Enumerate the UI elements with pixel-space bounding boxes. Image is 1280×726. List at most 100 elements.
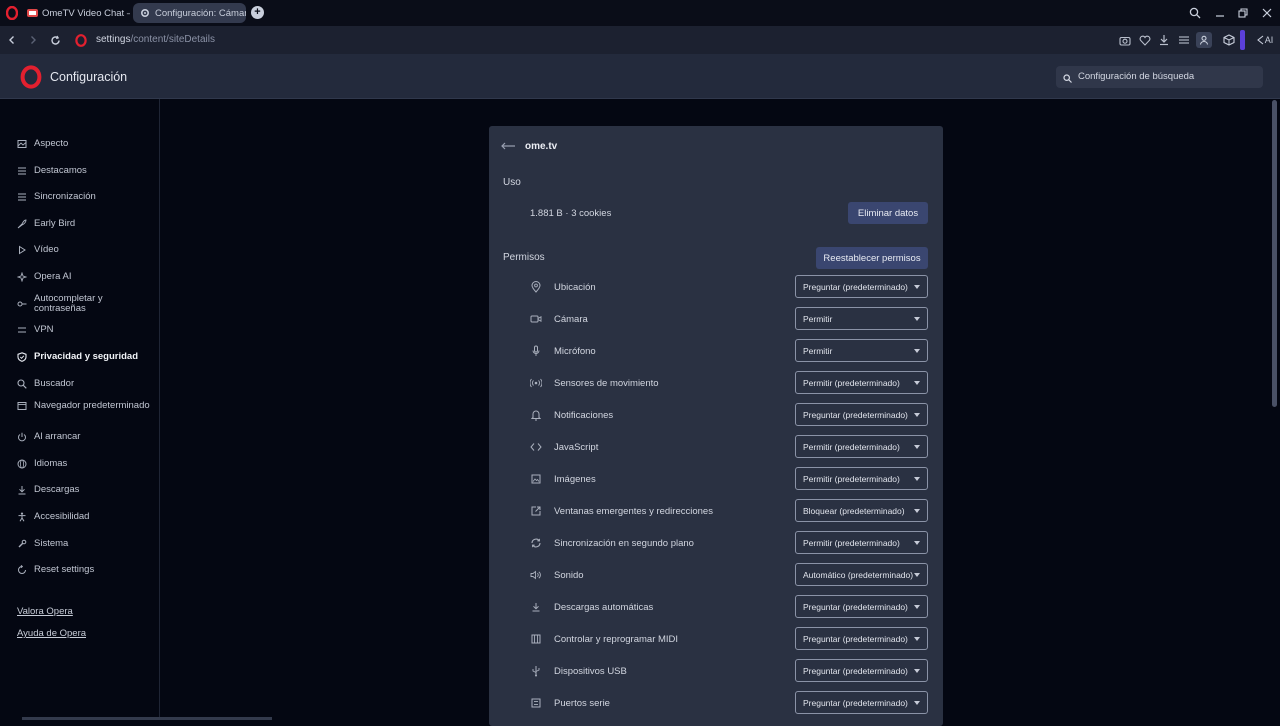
permission-label: Descargas automáticas — [554, 602, 654, 613]
sidebar-item-sincronizacion[interactable]: Sincronización — [17, 192, 157, 202]
sidebar-item-label: Al arrancar — [34, 431, 81, 443]
close-icon[interactable] — [1259, 5, 1275, 21]
permission-value: Preguntar (predeterminado) — [803, 602, 908, 612]
settings-sidebar: Aspecto Destacamos Sincronización Early … — [0, 99, 160, 720]
aria-ai-button[interactable]: AI — [1255, 32, 1275, 48]
permission-select[interactable]: Preguntar (predeterminado) — [795, 275, 928, 298]
search-icon — [1063, 72, 1072, 86]
sidebar-item-buscador[interactable]: Buscador — [17, 379, 157, 389]
tab-title: Configuración: Cámara — [155, 7, 246, 19]
play-icon — [17, 245, 27, 255]
profile-icon[interactable] — [1196, 32, 1212, 48]
sidebar-item-accesibilidad[interactable]: Accesibilidad — [17, 512, 157, 522]
snapshot-icon[interactable] — [1117, 32, 1133, 48]
permission-select[interactable]: Preguntar (predeterminado) — [795, 595, 928, 618]
location-icon — [530, 281, 542, 293]
clear-data-button[interactable]: Eliminar datos — [848, 202, 928, 224]
sidebar-item-label: VPN — [34, 324, 54, 336]
sensors-icon — [530, 377, 542, 389]
usage-value: 1.881 B · 3 cookies — [530, 208, 612, 219]
permission-value: Preguntar (predeterminado) — [803, 634, 908, 644]
site-name: ome.tv — [525, 141, 558, 152]
heart-icon[interactable] — [1137, 32, 1153, 48]
permission-row-midi: Controlar y reprogramar MIDI Preguntar (… — [489, 624, 943, 656]
vertical-scrollbar[interactable] — [1272, 100, 1277, 407]
permission-select[interactable]: Permitir (predeterminado) — [795, 371, 928, 394]
serial-icon — [530, 697, 542, 709]
sidebar-item-reset[interactable]: Reset settings — [17, 565, 157, 575]
url-path: /content/siteDetails — [130, 34, 215, 45]
usb-icon — [530, 665, 542, 677]
back-icon[interactable] — [4, 32, 20, 48]
permission-select[interactable]: Preguntar (predeterminado) — [795, 403, 928, 426]
sidebar-item-autocompletar[interactable]: Autocompletar y contraseñas — [17, 294, 157, 314]
permission-select[interactable]: Automático (predeterminado) — [795, 563, 928, 586]
sidebar-item-aspecto[interactable]: Aspecto — [17, 139, 157, 149]
tab-search-icon[interactable] — [1187, 5, 1203, 21]
extensions-cube-icon[interactable] — [1221, 32, 1237, 48]
ometv-favicon-icon — [26, 7, 38, 19]
opera-help-link[interactable]: Ayuda de Opera — [17, 628, 86, 639]
sidebar-item-video[interactable]: Vídeo — [17, 245, 157, 255]
permission-label: Controlar y reprogramar MIDI — [554, 634, 679, 645]
reload-icon[interactable] — [47, 32, 63, 48]
bird-icon — [17, 219, 27, 229]
sidebar-item-label: Aspecto — [34, 138, 69, 150]
dropdown-caret-icon — [914, 605, 920, 609]
minimize-icon[interactable] — [1212, 5, 1228, 21]
settings-search-input[interactable]: Configuración de búsqueda — [1056, 66, 1263, 88]
download-icon[interactable] — [1156, 32, 1172, 48]
permission-label: Puertos serie — [554, 698, 610, 709]
permission-select[interactable]: Permitir (predeterminado) — [795, 435, 928, 458]
sidebar-item-opera-ai[interactable]: Opera AI — [17, 272, 157, 282]
sidebar-item-al-arrancar[interactable]: Al arrancar — [17, 432, 157, 442]
sidebar-item-early-bird[interactable]: Early Bird — [17, 219, 157, 229]
sidebar-item-destacamos[interactable]: Destacamos — [17, 166, 157, 176]
ai-icon — [17, 272, 27, 282]
sidebar-item-sistema[interactable]: Sistema — [17, 539, 157, 549]
permission-select[interactable]: Permitir — [795, 339, 928, 362]
vpn-icon — [17, 325, 27, 335]
permission-value: Preguntar (predeterminado) — [803, 410, 908, 420]
reset-permissions-button[interactable]: Reestablecer permisos — [816, 247, 928, 269]
bell-icon — [530, 409, 542, 421]
opera-menu-icon[interactable] — [5, 5, 19, 21]
permission-select[interactable]: Permitir (predeterminado) — [795, 467, 928, 490]
dropdown-caret-icon — [914, 541, 920, 545]
midi-icon — [530, 633, 542, 645]
sidebar-item-navegador[interactable]: Navegador predeterminado — [17, 401, 157, 411]
address-input[interactable]: settings/content/siteDetails — [96, 34, 215, 45]
back-arrow-icon[interactable] — [500, 140, 516, 152]
restore-icon[interactable] — [1235, 5, 1251, 21]
new-tab-button[interactable]: + — [251, 6, 264, 19]
permission-select[interactable]: Permitir — [795, 307, 928, 330]
accessibility-icon — [17, 512, 27, 522]
permission-value: Permitir (predeterminado) — [803, 538, 900, 548]
sidebar-item-idiomas[interactable]: Idiomas — [17, 459, 157, 469]
sidebar-item-label: Opera AI — [34, 271, 72, 283]
url-host: settings — [96, 34, 131, 45]
easy-setup-icon[interactable] — [1176, 32, 1192, 48]
permission-value: Permitir — [803, 346, 833, 356]
download-icon — [17, 485, 27, 495]
permission-select[interactable]: Preguntar (predeterminado) — [795, 691, 928, 714]
forward-icon[interactable] — [25, 32, 41, 48]
permission-select[interactable]: Preguntar (predeterminado) — [795, 627, 928, 650]
sidebar-item-vpn[interactable]: VPN — [17, 325, 157, 335]
permission-select[interactable]: Preguntar (predeterminado) — [795, 659, 928, 682]
sidebar-item-privacidad[interactable]: Privacidad y seguridad — [17, 352, 157, 362]
permission-label: Sonido — [554, 570, 584, 581]
permission-select[interactable]: Permitir (predeterminado) — [795, 531, 928, 554]
tab-ometv[interactable]: OmeTV Video Chat — Or… — [20, 3, 130, 23]
rate-opera-link[interactable]: Valora Opera — [17, 606, 73, 617]
sidebar-item-label: Descargas — [34, 484, 80, 496]
browser-icon — [17, 401, 27, 411]
sync-icon — [530, 537, 542, 549]
sidebar-item-label: Privacidad y seguridad — [34, 351, 139, 363]
sidebar-item-descargas[interactable]: Descargas — [17, 485, 157, 495]
permission-value: Permitir (predeterminado) — [803, 474, 900, 484]
sidebar-item-label: Autocompletar y contraseñas — [34, 293, 103, 314]
ai-sparkle-icon — [1256, 35, 1264, 45]
permission-select[interactable]: Bloquear (predeterminado) — [795, 499, 928, 522]
tab-configuracion[interactable]: Configuración: Cámara — [133, 3, 246, 23]
